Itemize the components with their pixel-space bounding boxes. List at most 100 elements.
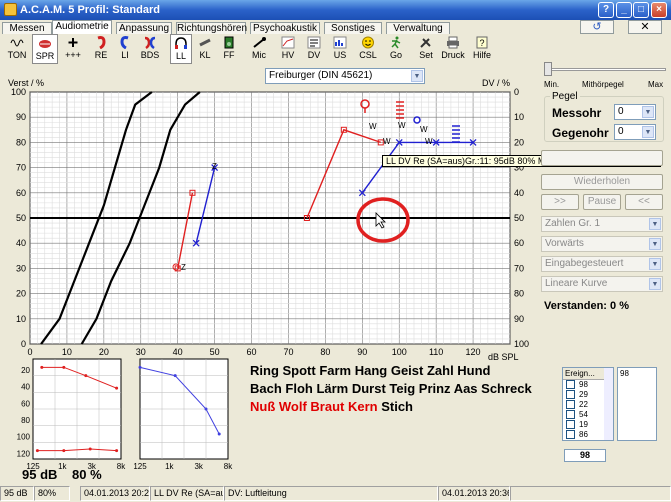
mini-data-point	[62, 365, 66, 369]
y-tick-label-right: 90	[514, 314, 524, 324]
control-mode-dropdown[interactable]: Eingabegesteuert ▼	[541, 256, 663, 272]
word-line-3-wrong: Nuß Wolf Braut Kern	[250, 399, 378, 414]
svg-text:W: W	[383, 137, 391, 146]
minimize-button[interactable]: _	[616, 2, 632, 18]
toolbar-dv-button[interactable]: DV	[302, 34, 326, 64]
direction-dropdown[interactable]: Vorwärts ▼	[541, 236, 663, 252]
y-tick-label-left: 20	[16, 289, 26, 299]
tab-messen[interactable]: Messen	[2, 22, 52, 34]
toolbar-druck-button[interactable]: Druck	[440, 34, 466, 64]
mini-data-point	[35, 449, 39, 453]
status-empty	[510, 486, 671, 501]
y-tick-label-right: 80	[514, 289, 524, 299]
x-axis-label: dB SPL	[488, 352, 519, 362]
microphone-icon	[253, 37, 266, 48]
svg-text:?: ?	[479, 38, 484, 48]
chevron-down-icon: ▼	[649, 238, 661, 250]
undo-icon: ↺	[592, 21, 602, 33]
toolbar-spr-button[interactable]: SPR	[32, 34, 58, 64]
toolbar-go-button[interactable]: Go	[384, 34, 408, 64]
toolbar-bds-button[interactable]: BDS	[138, 34, 162, 64]
y-tick-label-left: 90	[16, 112, 26, 122]
checkbox[interactable]	[566, 380, 575, 390]
svg-text:Z: Z	[181, 263, 186, 272]
toolbar-plus-button[interactable]: +++	[60, 34, 86, 64]
list-group-dropdown[interactable]: Zahlen Gr. 1 ▼	[541, 216, 663, 232]
svg-text:Z: Z	[212, 162, 217, 171]
x-tick-label: 70	[283, 347, 293, 357]
undo-button[interactable]: ↺	[580, 20, 614, 34]
gegenohr-label: Gegenohr	[552, 126, 609, 140]
left-ear-icon	[120, 36, 129, 49]
tab-verwaltung[interactable]: Verwaltung	[386, 22, 450, 34]
checkbox[interactable]	[566, 400, 575, 410]
tab-richtungshoeren[interactable]: Richtungshören	[176, 22, 247, 34]
toolbar-set-button[interactable]: Set	[414, 34, 438, 64]
pegel-label: Pegel	[550, 91, 580, 102]
us-chart-icon	[333, 36, 347, 49]
y-tick-label-left: 0	[21, 339, 26, 349]
checkbox[interactable]	[566, 440, 575, 441]
tab-psychoakustik[interactable]: Psychoakustik	[250, 22, 320, 34]
events-value-field[interactable]: 98	[564, 449, 606, 462]
toolbar-ff-button[interactable]: FF	[218, 34, 240, 64]
back-button[interactable]: <<	[625, 194, 663, 210]
toolbar-hv-button[interactable]: HV	[276, 34, 300, 64]
gegenohr-select[interactable]: 0 ▼	[614, 124, 656, 140]
toolbar-mic-button[interactable]: Mic	[248, 34, 270, 64]
word-list-icon	[307, 36, 321, 49]
mute-button[interactable]: ✕	[628, 20, 662, 34]
checkbox[interactable]	[566, 430, 575, 440]
curve-type-dropdown[interactable]: Lineare Kurve ▼	[541, 276, 663, 292]
marker-w-5: W	[425, 137, 433, 146]
checkbox[interactable]	[566, 420, 575, 430]
toolbar-hilfe-button[interactable]: ? Hilfe	[470, 34, 494, 64]
status-date-start: 04.01.2013 20:29:13	[80, 486, 150, 501]
close-button[interactable]: ×	[651, 2, 667, 18]
start-button[interactable]	[541, 150, 663, 166]
smiley-icon	[362, 36, 374, 49]
messohr-select[interactable]: 0 ▼	[614, 104, 656, 120]
toolbar-li-button[interactable]: LI	[114, 34, 136, 64]
toolbar-us-button[interactable]: US	[328, 34, 352, 64]
marker-w-1: W	[369, 122, 377, 131]
mini-data-point	[40, 365, 44, 369]
mini-y-tick: 60	[21, 399, 30, 408]
masking-level-slider[interactable]	[544, 60, 666, 76]
events-list-item[interactable]: 71	[563, 440, 613, 441]
pause-button[interactable]: Pause	[583, 194, 621, 210]
toolbar-ll-button[interactable]: LL	[170, 34, 192, 64]
toolbar-csl-button[interactable]: CSL	[356, 34, 380, 64]
events-scrollbar[interactable]	[604, 368, 613, 440]
status-bar: 95 dB 80% 04.01.2013 20:29:13 LL DV Re (…	[0, 486, 671, 502]
mini-y-tick: 40	[21, 383, 30, 392]
checkbox[interactable]	[566, 390, 575, 400]
y-tick-label-left: 10	[16, 314, 26, 324]
help-window-button[interactable]: ?	[598, 2, 614, 18]
toolbar-kl-button[interactable]: KL	[194, 34, 216, 64]
wiederholen-button[interactable]: Wiederholen	[541, 174, 663, 190]
events-list[interactable]: Ereign... 98292254198671	[562, 367, 614, 441]
mini-x-tick: 1k	[58, 462, 67, 471]
tab-anpassung[interactable]: Anpassung	[116, 22, 172, 34]
y-tick-label-left: 30	[16, 263, 26, 273]
printer-icon	[447, 36, 459, 49]
svg-text:W: W	[398, 121, 406, 130]
mini-data-point	[217, 432, 221, 436]
checkbox[interactable]	[566, 410, 575, 420]
mini-data-point	[115, 449, 119, 453]
toolbar-re-button[interactable]: RE	[90, 34, 112, 64]
mini-y-tick: 100	[17, 433, 31, 442]
help-icon: ?	[476, 36, 488, 49]
x-tick-label: 100	[392, 347, 407, 357]
toolbar-ton-button[interactable]: TON	[3, 34, 31, 64]
maximize-button[interactable]: □	[633, 2, 649, 18]
word-line-3: Nuß Wolf Braut Kern Stich	[250, 398, 532, 416]
slider-thumb[interactable]	[544, 62, 552, 76]
tab-audiometrie[interactable]: Audiometrie	[52, 20, 112, 34]
mini-x-tick: 125	[133, 462, 147, 471]
y-tick-label-right: 60	[514, 238, 524, 248]
tab-sonstiges[interactable]: Sonstiges	[324, 22, 382, 34]
forward-button[interactable]: >>	[541, 194, 579, 210]
x-tick-label: 120	[466, 347, 481, 357]
